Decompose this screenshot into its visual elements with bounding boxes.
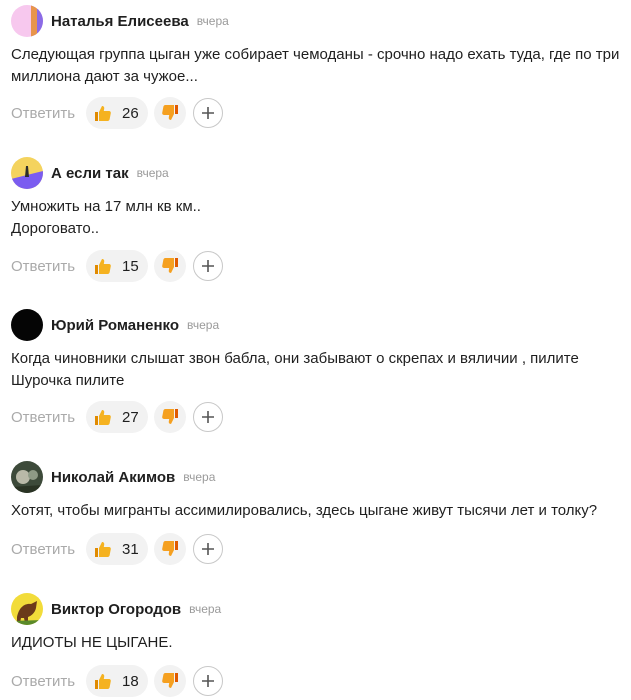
comment-time: вчера	[136, 166, 169, 180]
plus-icon	[201, 542, 215, 556]
comment-text: Умножить на 17 млн кв км.. Дороговато..	[11, 198, 201, 237]
reply-button[interactable]: Ответить	[11, 541, 86, 558]
comment-actions: Ответить 18	[11, 665, 223, 697]
comment-text: Следующая группа цыган уже собирает чемо…	[11, 46, 620, 85]
thumbs-up-icon	[93, 103, 113, 123]
comment-actions: Ответить 31	[11, 533, 223, 565]
add-reaction-button[interactable]	[193, 251, 223, 281]
add-reaction-button[interactable]	[193, 534, 223, 564]
reply-button[interactable]: Ответить	[11, 409, 86, 426]
like-button[interactable]: 26	[86, 97, 148, 129]
comment-header: Юрий Романенко вчера	[11, 309, 219, 341]
comment-author[interactable]: Юрий Романенко	[51, 317, 179, 334]
like-count: 18	[122, 672, 139, 690]
thumbs-up-icon	[93, 671, 113, 691]
reply-button[interactable]: Ответить	[11, 105, 86, 122]
thumbs-up-icon	[93, 407, 113, 427]
add-reaction-button[interactable]	[193, 666, 223, 696]
thumbs-down-icon	[160, 671, 180, 691]
comment-text: Когда чиновники слышат звон бабла, они з…	[11, 350, 579, 389]
plus-icon	[201, 674, 215, 688]
like-count: 26	[122, 104, 139, 122]
like-button[interactable]: 27	[86, 401, 148, 433]
plus-icon	[201, 259, 215, 273]
reply-button[interactable]: Ответить	[11, 673, 86, 690]
thumbs-down-icon	[160, 103, 180, 123]
add-reaction-button[interactable]	[193, 98, 223, 128]
dislike-button[interactable]	[154, 401, 186, 433]
add-reaction-button[interactable]	[193, 402, 223, 432]
like-count: 15	[122, 257, 139, 275]
comment-author[interactable]: А если так	[51, 165, 129, 182]
like-button[interactable]: 31	[86, 533, 148, 565]
like-button[interactable]: 15	[86, 250, 148, 282]
comment-text: Хотят, чтобы мигранты ассимилировались, …	[11, 502, 598, 519]
comment-author[interactable]: Виктор Огородов	[51, 601, 181, 618]
comment-header: Николай Акимов вчера	[11, 461, 215, 493]
dislike-button[interactable]	[154, 97, 186, 129]
dislike-button[interactable]	[154, 250, 186, 282]
comment-text: ИДИОТЫ НЕ ЦЫГАНЕ.	[11, 634, 173, 651]
comment-header: А если так вчера	[11, 157, 169, 189]
comment-time: вчера	[196, 14, 229, 28]
avatar[interactable]	[11, 157, 43, 189]
plus-icon	[201, 106, 215, 120]
thumbs-up-icon	[93, 539, 113, 559]
avatar[interactable]	[11, 593, 43, 625]
like-count: 31	[122, 540, 139, 558]
thumbs-up-icon	[93, 256, 113, 276]
comment-time: вчера	[187, 318, 220, 332]
avatar[interactable]	[11, 5, 43, 37]
comment-author[interactable]: Николай Акимов	[51, 469, 175, 486]
comment-header: Наталья Елисеева вчера	[11, 5, 229, 37]
plus-icon	[201, 410, 215, 424]
avatar[interactable]	[11, 309, 43, 341]
thumbs-down-icon	[160, 407, 180, 427]
reply-button[interactable]: Ответить	[11, 258, 86, 275]
dislike-button[interactable]	[154, 665, 186, 697]
comment-header: Виктор Огородов вчера	[11, 593, 221, 625]
thumbs-down-icon	[160, 539, 180, 559]
dislike-button[interactable]	[154, 533, 186, 565]
thumbs-down-icon	[160, 256, 180, 276]
comment-author[interactable]: Наталья Елисеева	[51, 13, 189, 30]
comment-time: вчера	[183, 470, 216, 484]
comment-actions: Ответить 15	[11, 250, 223, 282]
comment-actions: Ответить 27	[11, 401, 223, 433]
like-button[interactable]: 18	[86, 665, 148, 697]
avatar[interactable]	[11, 461, 43, 493]
comment-time: вчера	[189, 602, 222, 616]
like-count: 27	[122, 408, 139, 426]
comment-actions: Ответить 26	[11, 97, 223, 129]
